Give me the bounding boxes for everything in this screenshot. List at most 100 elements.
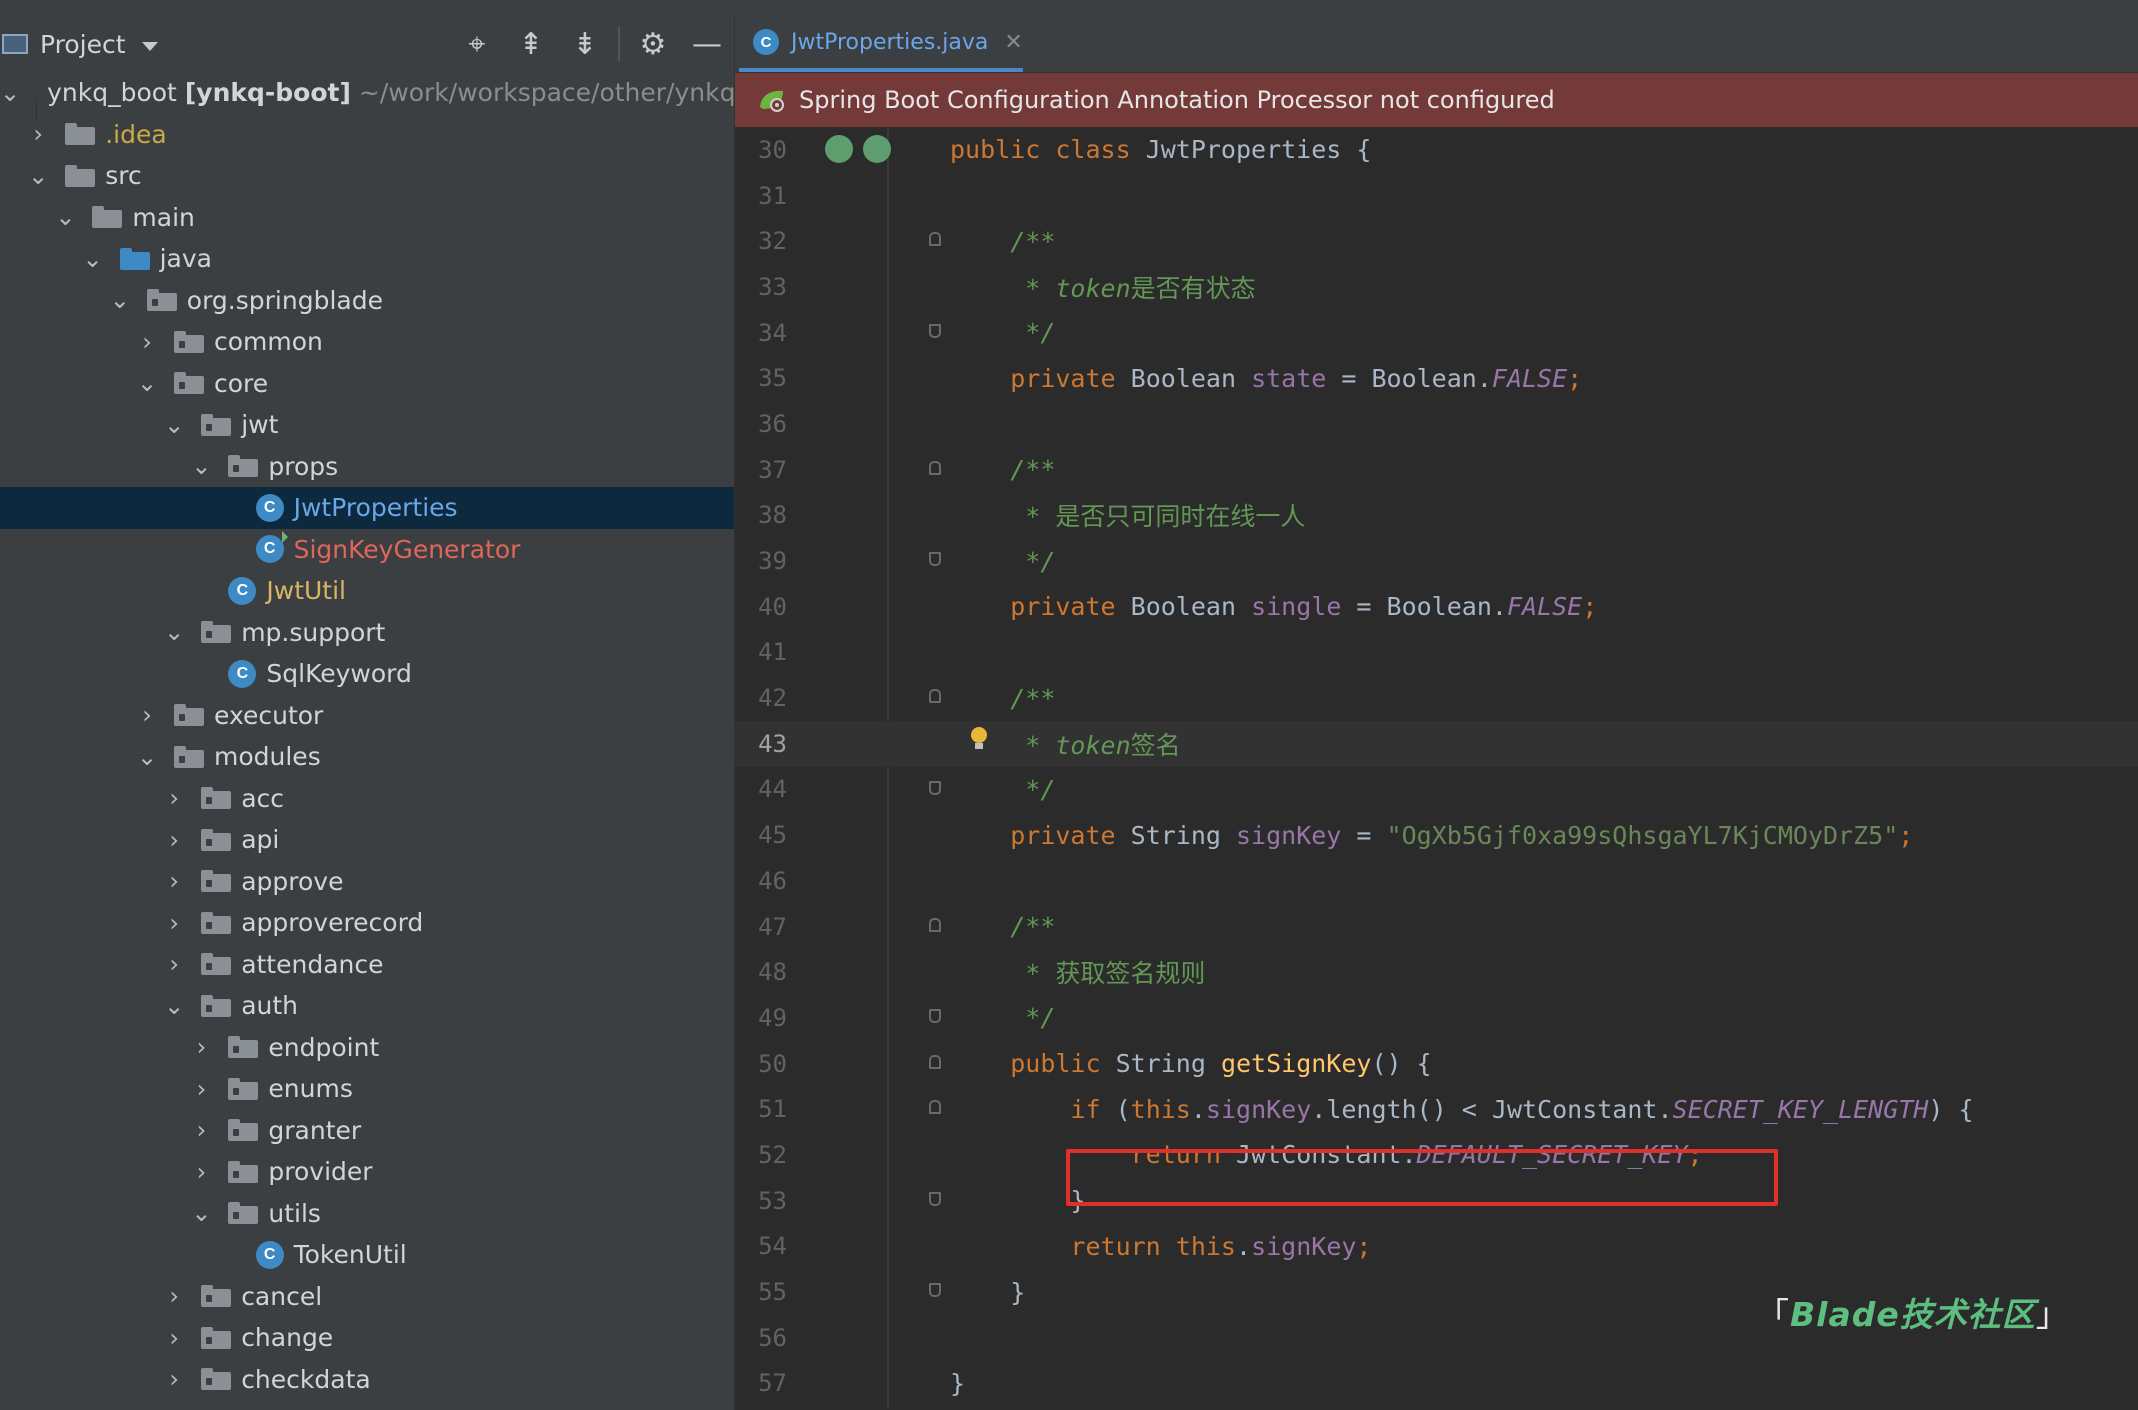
tree-item-enums[interactable]: › enums xyxy=(0,1068,734,1110)
tree-item-attendance[interactable]: › attendance xyxy=(0,944,734,986)
tree-item-api[interactable]: › api xyxy=(0,819,734,861)
code-line[interactable]: 30 public class JwtProperties { xyxy=(735,127,2138,173)
tree-item-idea[interactable]: › .idea xyxy=(0,114,734,156)
fold-end-icon[interactable] xyxy=(929,780,941,795)
code-line[interactable]: 50 public String getSignKey() { xyxy=(735,1041,2138,1087)
collapse-all-icon[interactable]: ⇟ xyxy=(558,16,612,72)
tree-item-modules[interactable]: ⌄ modules xyxy=(0,736,734,778)
chevron-right-icon[interactable]: › xyxy=(163,784,185,812)
code-line[interactable]: 33 * token是否有状态 xyxy=(735,264,2138,310)
code-line[interactable]: 36 xyxy=(735,401,2138,447)
code-editor[interactable]: 30 public class JwtProperties {31 32 /** 33… xyxy=(735,127,2138,1407)
chevron-down-icon[interactable]: ⌄ xyxy=(54,203,76,231)
project-view-selector[interactable]: Project xyxy=(2,30,158,59)
tree-item-checkdata[interactable]: › checkdata xyxy=(0,1359,734,1401)
fold-collapse-icon[interactable] xyxy=(929,917,941,932)
chevron-right-icon[interactable]: › xyxy=(190,1158,212,1186)
bean-icon[interactable] xyxy=(825,135,853,163)
locate-icon[interactable]: ⌖ xyxy=(450,16,504,72)
tree-item-org-springblade[interactable]: ⌄ org.springblade xyxy=(0,280,734,322)
code-line[interactable]: 47 /** xyxy=(735,904,2138,950)
tree-item-approverecord[interactable]: › approverecord xyxy=(0,902,734,944)
code-line[interactable]: 37 /** xyxy=(735,447,2138,493)
expand-all-icon[interactable]: ⇞ xyxy=(504,16,558,72)
chevron-right-icon[interactable]: › xyxy=(163,950,185,978)
chevron-right-icon[interactable]: › xyxy=(136,701,158,729)
implemented-icon[interactable] xyxy=(863,135,891,163)
chevron-right-icon[interactable]: › xyxy=(163,1282,185,1310)
chevron-down-icon[interactable]: ⌄ xyxy=(27,162,49,190)
code-line[interactable]: 40 private Boolean single = Boolean.FALS… xyxy=(735,584,2138,630)
tree-item-main[interactable]: ⌄ main xyxy=(0,197,734,239)
code-line[interactable]: 38 * 是否只可同时在线一人 xyxy=(735,493,2138,539)
fold-collapse-icon[interactable] xyxy=(929,460,941,475)
code-line[interactable]: 43 * token签名 xyxy=(735,720,2138,767)
code-line[interactable]: 42 /** xyxy=(735,675,2138,721)
code-line[interactable]: 41 xyxy=(735,630,2138,676)
tree-item-cancel[interactable]: › cancel xyxy=(0,1276,734,1318)
code-line[interactable]: 57} xyxy=(735,1361,2138,1407)
fold-end-icon[interactable] xyxy=(929,1191,941,1206)
chevron-down-icon[interactable]: ⌄ xyxy=(136,743,158,771)
fold-end-icon[interactable] xyxy=(929,1283,941,1298)
chevron-down-icon[interactable]: ⌄ xyxy=(163,992,185,1020)
hide-icon[interactable]: — xyxy=(680,16,734,72)
tree-item-endpoint[interactable]: › endpoint xyxy=(0,1027,734,1069)
tree-root[interactable]: ⌄ ynkq_boot [ynkq-boot] ~/work/workspace… xyxy=(0,72,734,120)
tree-item-core[interactable]: ⌄ core xyxy=(0,363,734,405)
code-line[interactable]: 49 */ xyxy=(735,995,2138,1041)
fold-collapse-icon[interactable] xyxy=(929,1100,941,1115)
code-line[interactable]: 46 xyxy=(735,858,2138,904)
fold-collapse-icon[interactable] xyxy=(929,232,941,247)
code-line[interactable]: 45 private String signKey = "OgXb5Gjf0xa… xyxy=(735,812,2138,858)
tree-item-utils[interactable]: ⌄ utils xyxy=(0,1193,734,1235)
fold-end-icon[interactable] xyxy=(929,323,941,338)
fold-collapse-icon[interactable] xyxy=(929,1054,941,1069)
chevron-right-icon[interactable]: › xyxy=(163,867,185,895)
code-line[interactable]: 51 if (this.signKey.length() < JwtConsta… xyxy=(735,1086,2138,1132)
chevron-right-icon[interactable]: › xyxy=(136,328,158,356)
chevron-right-icon[interactable]: › xyxy=(190,1033,212,1061)
code-line[interactable]: 32 /** xyxy=(735,218,2138,264)
chevron-down-icon[interactable]: ⌄ xyxy=(190,1199,212,1227)
code-line[interactable]: 35 private Boolean state = Boolean.FALSE… xyxy=(735,355,2138,401)
chevron-down-icon[interactable]: ⌄ xyxy=(136,369,158,397)
tree-item-provider[interactable]: › provider xyxy=(0,1151,734,1193)
tab-jwtproperties[interactable]: C JwtProperties.java ✕ xyxy=(739,16,1023,72)
close-icon[interactable]: ✕ xyxy=(1004,30,1022,55)
tree-item-approve[interactable]: › approve xyxy=(0,861,734,903)
tree-item-jwtproperties[interactable]: ›CJwtProperties xyxy=(0,487,734,529)
tree-item-common[interactable]: › common xyxy=(0,321,734,363)
tree-item-executor[interactable]: › executor xyxy=(0,695,734,737)
tree-item-jwtutil[interactable]: ›CJwtUtil xyxy=(0,570,734,612)
notification-banner[interactable]: Spring Boot Configuration Annotation Pro… xyxy=(735,73,2138,127)
chevron-right-icon[interactable]: › xyxy=(163,826,185,854)
fold-collapse-icon[interactable] xyxy=(929,689,941,704)
code-line[interactable]: 34 */ xyxy=(735,310,2138,356)
chevron-right-icon[interactable]: › xyxy=(163,909,185,937)
tree-item-signkeygenerator[interactable]: ›CSignKeyGenerator xyxy=(0,529,734,571)
chevron-right-icon[interactable]: › xyxy=(190,1075,212,1103)
gear-icon[interactable]: ⚙ xyxy=(626,16,680,72)
chevron-right-icon[interactable]: › xyxy=(27,120,49,148)
tree-item-tokenutil[interactable]: ›CTokenUtil xyxy=(0,1234,734,1276)
chevron-right-icon[interactable]: › xyxy=(163,1365,185,1393)
chevron-down-icon[interactable]: ⌄ xyxy=(0,79,20,107)
lightbulb-icon[interactable] xyxy=(969,726,989,751)
fold-end-icon[interactable] xyxy=(929,1009,941,1024)
tree-item-acc[interactable]: › acc xyxy=(0,778,734,820)
chevron-down-icon[interactable]: ⌄ xyxy=(163,618,185,646)
chevron-right-icon[interactable]: › xyxy=(190,1116,212,1144)
code-line[interactable]: 31 xyxy=(735,173,2138,219)
tree-item-sqlkeyword[interactable]: ›CSqlKeyword xyxy=(0,653,734,695)
tree-item-jwt[interactable]: ⌄ jwt xyxy=(0,404,734,446)
chevron-down-icon[interactable]: ⌄ xyxy=(190,452,212,480)
tree-item-mp-support[interactable]: ⌄ mp.support xyxy=(0,612,734,654)
tree-item-change[interactable]: › change xyxy=(0,1317,734,1359)
code-line[interactable]: 44 */ xyxy=(735,767,2138,813)
code-line[interactable]: 39 */ xyxy=(735,538,2138,584)
tree-item-java[interactable]: ⌄ java xyxy=(0,238,734,280)
chevron-right-icon[interactable]: › xyxy=(163,1324,185,1352)
code-line[interactable]: 54 return this.signKey; xyxy=(735,1224,2138,1270)
tree-item-granter[interactable]: › granter xyxy=(0,1110,734,1152)
